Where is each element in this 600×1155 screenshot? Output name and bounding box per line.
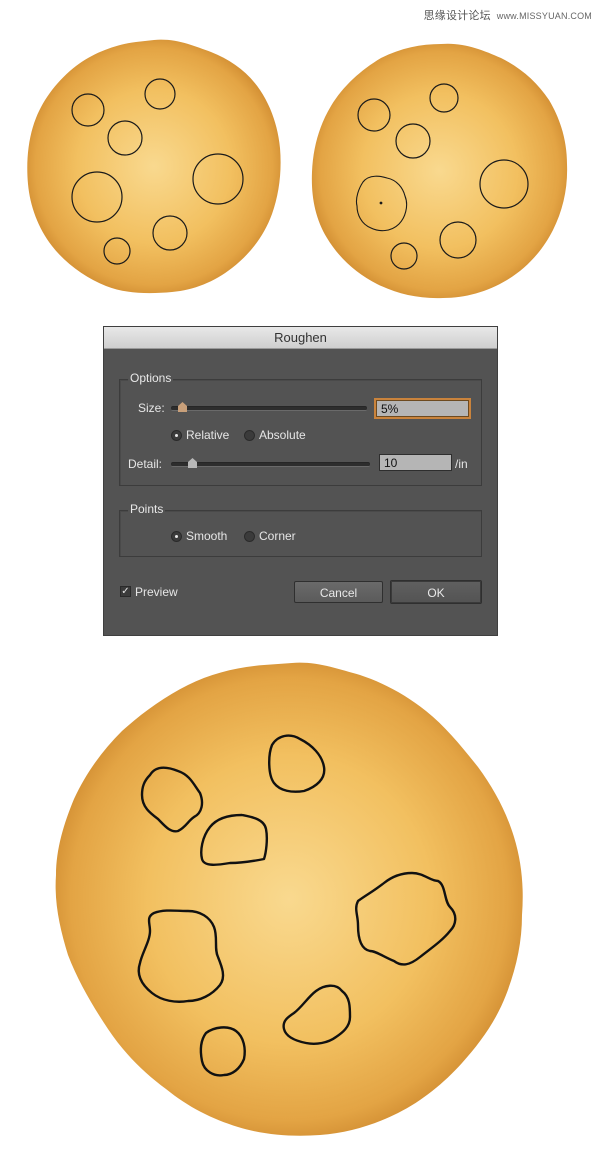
- cookie-preview: [311, 43, 568, 299]
- smooth-radio[interactable]: [171, 531, 182, 542]
- cancel-button[interactable]: Cancel: [294, 581, 383, 603]
- detail-unit: /in: [455, 457, 468, 471]
- cookie-original: [27, 39, 281, 294]
- options-group-label: Options: [128, 371, 174, 385]
- corner-label[interactable]: Corner: [259, 529, 296, 543]
- relative-radio[interactable]: [171, 430, 182, 441]
- absolute-label[interactable]: Absolute: [259, 428, 306, 442]
- points-group-label: Points: [128, 502, 166, 516]
- relative-label[interactable]: Relative: [186, 428, 229, 442]
- detail-field[interactable]: 10: [379, 454, 452, 471]
- roughen-dialog: Roughen Options Size: 5% Relative Absolu…: [104, 327, 497, 635]
- cookie-body: [55, 662, 523, 1136]
- corner-radio[interactable]: [244, 531, 255, 542]
- ok-button[interactable]: OK: [390, 580, 482, 604]
- watermark: 思缘设计论坛 www.MISSYUAN.COM: [424, 7, 592, 23]
- cookie-body: [27, 39, 281, 294]
- cookie-body: [311, 43, 568, 299]
- smooth-label[interactable]: Smooth: [186, 529, 227, 543]
- size-label: Size:: [138, 401, 165, 415]
- cookie-result: [55, 662, 523, 1136]
- detail-label: Detail:: [128, 457, 163, 471]
- preview-checkbox[interactable]: ✓: [120, 586, 131, 597]
- detail-slider-track[interactable]: [171, 462, 370, 467]
- size-slider-track[interactable]: [171, 406, 367, 411]
- preview-label[interactable]: Preview: [135, 585, 178, 599]
- watermark-url: www.MISSYUAN.COM: [496, 11, 592, 21]
- watermark-text: 思缘设计论坛: [423, 9, 491, 22]
- dialog-title[interactable]: Roughen: [104, 327, 497, 349]
- absolute-radio[interactable]: [244, 430, 255, 441]
- size-field[interactable]: 5%: [376, 400, 469, 417]
